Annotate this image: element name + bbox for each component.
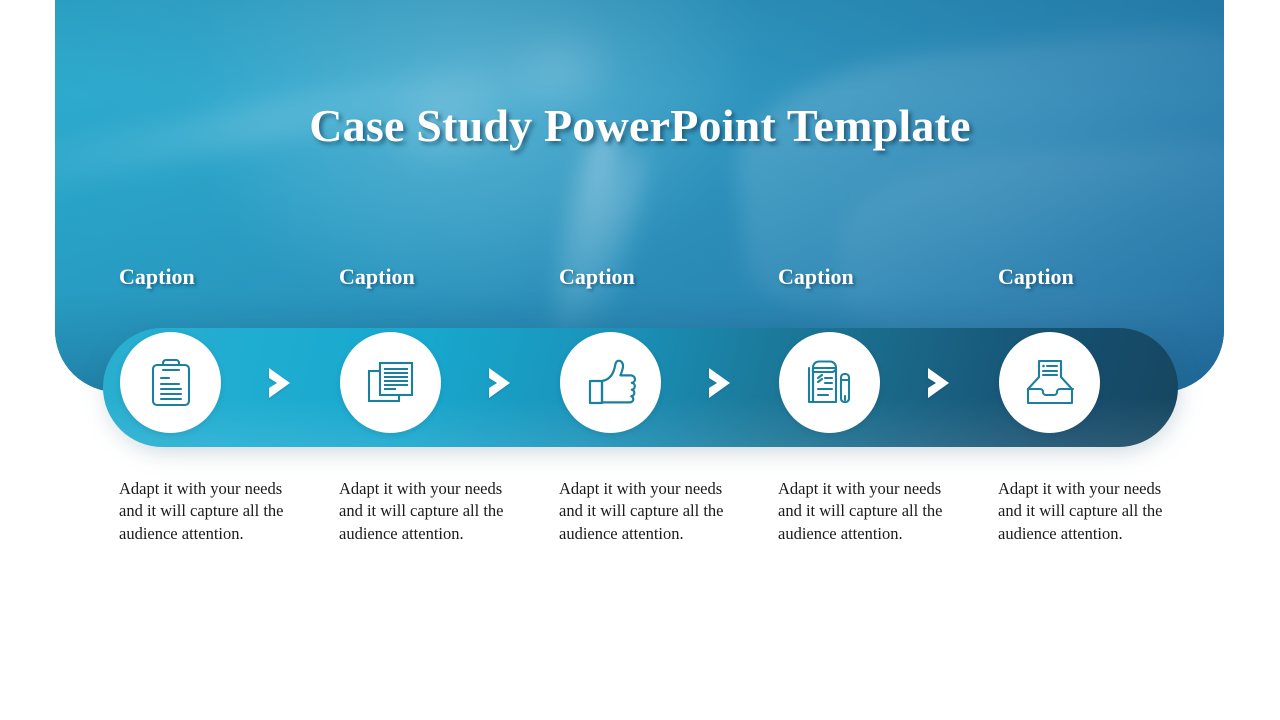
step-icon-circle-4[interactable]: [779, 332, 880, 433]
chevron-right-icon: [485, 366, 515, 400]
chevron-right-icon: [265, 366, 295, 400]
notepad-pen-icon: [805, 358, 855, 408]
step-caption-3: Caption: [559, 264, 635, 289]
step-caption-2: Caption: [339, 264, 415, 289]
step-body-4: Adapt it with your needs and it will cap…: [778, 479, 943, 543]
slide-canvas: Case Study PowerPoint Template Caption C…: [0, 0, 1280, 720]
page-title: Case Study PowerPoint Template: [309, 100, 971, 151]
documents-stack-icon: [366, 358, 416, 408]
clipboard-icon: [148, 358, 194, 408]
step-body-2: Adapt it with your needs and it will cap…: [339, 479, 504, 543]
step-caption-1: Caption: [119, 264, 195, 289]
step-body-5: Adapt it with your needs and it will cap…: [998, 479, 1163, 543]
chevron-right-icon: [705, 366, 735, 400]
connector-chevron-2: [480, 363, 520, 403]
connector-chevron-3: [700, 363, 740, 403]
connector-chevron-1: [260, 363, 300, 403]
thumbs-up-icon: [585, 359, 637, 407]
step-body-1: Adapt it with your needs and it will cap…: [119, 479, 284, 543]
connector-chevron-4: [919, 363, 959, 403]
chevron-right-icon: [924, 366, 954, 400]
inbox-tray-icon: [1024, 359, 1076, 407]
step-icon-circle-1[interactable]: [120, 332, 221, 433]
step-icon-circle-3[interactable]: [560, 332, 661, 433]
step-caption-5: Caption: [998, 264, 1074, 289]
step-body-3: Adapt it with your needs and it will cap…: [559, 479, 724, 543]
step-icon-circle-2[interactable]: [340, 332, 441, 433]
step-caption-4: Caption: [778, 264, 854, 289]
step-icon-circle-5[interactable]: [999, 332, 1100, 433]
